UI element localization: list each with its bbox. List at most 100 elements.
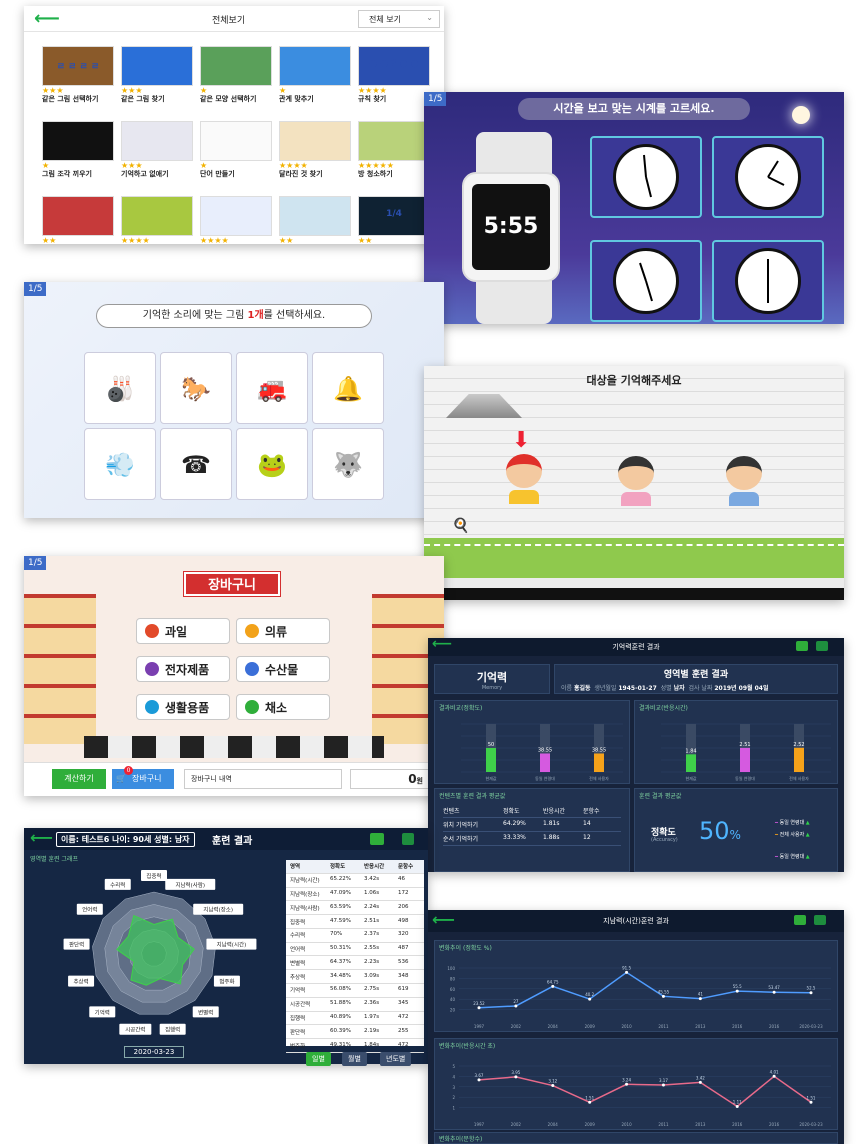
data-point bbox=[625, 970, 629, 974]
content-tile[interactable]: ● ● ? ● ● ★★★★ 규칙 찾기 bbox=[358, 46, 430, 106]
back-arrow-icon[interactable]: ⟵ bbox=[30, 828, 53, 847]
table-cell: 반응시간 bbox=[364, 864, 385, 871]
back-arrow-icon[interactable]: ⟵ bbox=[34, 8, 60, 29]
content-tile[interactable]: ㄹ ㄹ ㄹ ㄹ ★★★ 같은 그림 선택하기 bbox=[42, 46, 114, 106]
table-cell: 487 bbox=[398, 945, 409, 952]
bar-value-label: 1.84 bbox=[685, 748, 696, 754]
x-tick-label: 2020-03-23 bbox=[799, 1024, 823, 1029]
camera-icon[interactable] bbox=[796, 641, 808, 651]
accuracy-compare-chart: 결과비교(정확도) 50 현재값 38.55 동일 연령대 38.55 전체 사용자 bbox=[434, 700, 630, 784]
view-dropdown-value: 전체 보기 bbox=[369, 15, 401, 24]
legend-item: 동일 연령대 bbox=[779, 854, 805, 860]
content-tile[interactable]: ★★★ 기억하고 없애기 bbox=[121, 121, 193, 181]
x-tick-label: 2016 bbox=[769, 1024, 780, 1029]
radar-label: 지남력(시간) bbox=[217, 941, 247, 949]
picture-card[interactable]: 💨 bbox=[84, 428, 156, 500]
content-tile[interactable]: ★★★★★ 방 청소하기 bbox=[358, 121, 430, 181]
data-label: 3.24 bbox=[622, 1077, 631, 1082]
table-cell: 반응시간 bbox=[543, 808, 566, 815]
fish-icon bbox=[245, 662, 259, 676]
clock-option-3[interactable] bbox=[590, 240, 702, 322]
content-tile[interactable]: ★ 단어 만들기 bbox=[200, 121, 272, 181]
table-row: 지남력(장소) 47.09% 1.06s 172 bbox=[286, 888, 424, 902]
cart-button[interactable]: 🛒 0 장바구니 bbox=[112, 766, 174, 789]
table-cell: 2.36s bbox=[364, 1000, 380, 1007]
tile-thumbnail-text: ● ● ? ● ● bbox=[369, 59, 419, 69]
content-tile[interactable]: ★★ bbox=[279, 196, 351, 256]
name-label: 이름 bbox=[561, 685, 573, 692]
user-gender: 남자 bbox=[673, 685, 685, 692]
checkout-button[interactable]: 계산하기 bbox=[52, 769, 106, 789]
bar-category-label: 동일 연령대 bbox=[735, 775, 755, 781]
category-button-fruit[interactable]: 과일 bbox=[136, 618, 230, 644]
content-tile[interactable]: ★★★★ bbox=[121, 196, 193, 256]
radar-label: 언어력 bbox=[82, 906, 97, 914]
category-button-electronics[interactable]: 전자제품 bbox=[136, 656, 230, 682]
table-cell: 언어력 bbox=[290, 947, 306, 954]
content-tile[interactable]: ★★★ 같은 그림 찾기 bbox=[121, 46, 193, 106]
content-tile[interactable]: ★ 그림 조각 끼우기 bbox=[42, 121, 114, 181]
bar-value-label: 2.51 bbox=[739, 742, 750, 748]
category-button-vegetable[interactable]: 채소 bbox=[236, 694, 330, 720]
picture-card[interactable]: 🐺 bbox=[312, 428, 384, 500]
shirt-icon bbox=[245, 624, 259, 638]
data-label: 55.5 bbox=[733, 984, 742, 989]
content-tile[interactable]: ★ 관계 맞추기 bbox=[279, 46, 351, 106]
camera-icon[interactable] bbox=[794, 915, 806, 925]
excel-icon[interactable] bbox=[814, 915, 826, 925]
clock-option-1[interactable] bbox=[590, 136, 702, 218]
content-tile[interactable]: ★★ bbox=[42, 196, 114, 256]
data-label: 53.47 bbox=[768, 985, 780, 990]
watch-body: 5:55 bbox=[462, 172, 560, 282]
category-button-seafood[interactable]: 수산물 bbox=[236, 656, 330, 682]
table-cell: 64.29% bbox=[503, 820, 526, 827]
result-header: ⟵ 이름: 테스트6 나이: 90세 성별: 남자 훈련 결과 bbox=[24, 828, 428, 850]
content-tile[interactable]: ★★★★ bbox=[200, 196, 272, 256]
clock-face-icon bbox=[613, 248, 679, 314]
table-cell: 345 bbox=[398, 1000, 409, 1007]
picture-card[interactable]: 🐸 bbox=[236, 428, 308, 500]
picture-card[interactable]: ☎ bbox=[160, 428, 232, 500]
table-cell: 컨텐츠 bbox=[443, 808, 460, 815]
data-label: 1.51 bbox=[585, 1095, 594, 1100]
data-point bbox=[551, 1084, 555, 1088]
date-display[interactable]: 2020-03-23 bbox=[124, 1046, 184, 1058]
trend-result-panel: ⟵ 지남력(시간)훈련 결과 변화추이 (정확도 %) 100 80 60 40 20 2… bbox=[428, 910, 844, 1144]
y-tick-label: 3 bbox=[452, 1085, 455, 1090]
picture-card[interactable]: 🐎 bbox=[160, 352, 232, 424]
camera-icon bbox=[145, 662, 159, 676]
reaction-trend-box: 변화추이(반응시간 초) 5 4 3 2 1 3.67 1997 3.95 2002 3.12 20… bbox=[434, 1038, 838, 1130]
clock-option-2[interactable] bbox=[712, 136, 824, 218]
picture-card[interactable]: 🚒 bbox=[236, 352, 308, 424]
content-tile[interactable]: ★ 같은 모양 선택하기 bbox=[200, 46, 272, 106]
test-date: 2019년 09월 04일 bbox=[714, 685, 769, 692]
view-dropdown[interactable]: 전체 보기 ⌄ bbox=[358, 10, 440, 28]
category-button-clothes[interactable]: 의류 bbox=[236, 618, 330, 644]
trash-icon[interactable] bbox=[402, 833, 414, 845]
user-name: 홍길동 bbox=[573, 685, 591, 692]
table-row: 집중력 47.59% 2.51s 498 bbox=[286, 915, 424, 929]
bar-category-label: 전체 사용자 bbox=[589, 775, 609, 781]
chart-title: 결과비교(정확도) bbox=[439, 705, 483, 712]
content-tile[interactable]: ★★★★ 달라진 것 찾기 bbox=[279, 121, 351, 181]
picture-card[interactable]: 🔔 bbox=[312, 352, 384, 424]
tab-monthly[interactable]: 월별 bbox=[342, 1052, 367, 1066]
video-control-bar[interactable] bbox=[424, 588, 844, 600]
table-cell: 46 bbox=[398, 876, 405, 883]
clock-option-4[interactable] bbox=[712, 240, 824, 322]
tab-yearly[interactable]: 년도별 bbox=[380, 1052, 412, 1066]
tab-daily[interactable]: 일별 bbox=[306, 1052, 331, 1066]
content-tile[interactable]: 1/4 ★★ bbox=[358, 196, 430, 256]
excel-icon[interactable] bbox=[816, 641, 828, 651]
category-button-household[interactable]: 생활용품 bbox=[136, 694, 230, 720]
table-cell: 47.09% bbox=[330, 889, 351, 896]
picture-card[interactable]: 🎳 bbox=[84, 352, 156, 424]
brick-wall bbox=[424, 366, 844, 542]
camera-icon[interactable] bbox=[370, 833, 384, 845]
birth-date: 1945-01-27 bbox=[618, 685, 657, 692]
clock-face-icon bbox=[735, 248, 801, 314]
table-cell: 1.84s bbox=[364, 1041, 380, 1048]
result-header: ⟵ 지남력(시간)훈련 결과 bbox=[428, 910, 844, 932]
table-cell: 정확도 bbox=[503, 808, 520, 815]
bar bbox=[686, 754, 696, 772]
